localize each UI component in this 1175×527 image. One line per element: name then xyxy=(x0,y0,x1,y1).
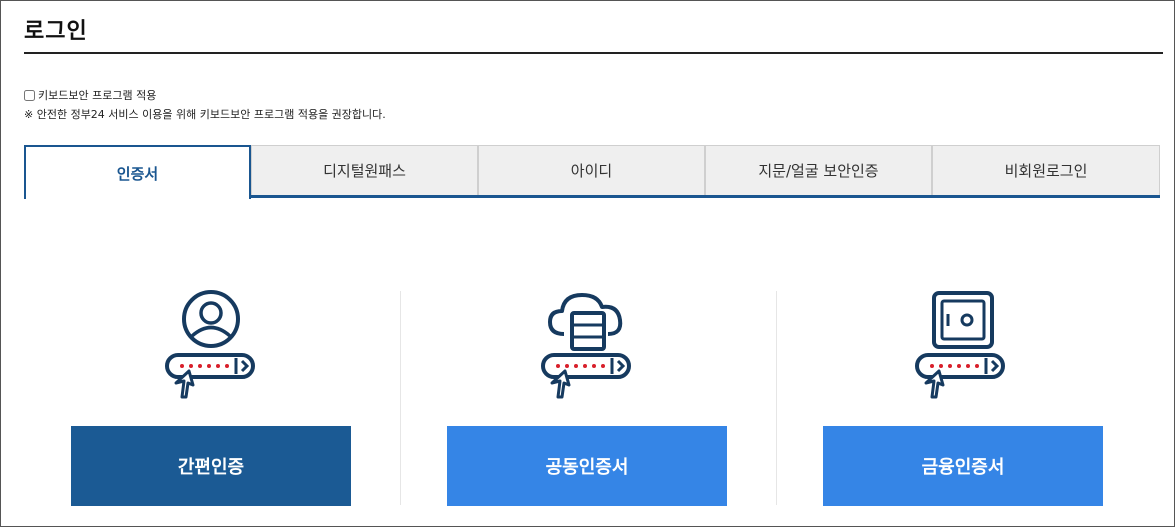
simple-auth-button[interactable]: 간편인증 xyxy=(71,426,351,506)
login-method-tabs: 인증서 디지털원패스 아이디 지문/얼굴 보안인증 비회원로그인 xyxy=(24,145,1160,199)
login-panel: 로그인 키보드보안 프로그램 적용 ※ 안전한 정부24 서비스 이용을 위해 … xyxy=(0,0,1175,527)
tab-guest-login[interactable]: 비회원로그인 xyxy=(932,145,1160,195)
cloud-server-icon xyxy=(541,293,631,399)
safe-vault-icon xyxy=(915,291,1005,399)
user-circle-icon xyxy=(165,290,255,399)
keyboard-security-option[interactable]: 키보드보안 프로그램 적용 xyxy=(24,87,156,103)
tab-certificate[interactable]: 인증서 xyxy=(24,145,251,199)
tab-label: 디지털원패스 xyxy=(323,162,406,180)
tab-label: 비회원로그인 xyxy=(1004,162,1088,180)
card-divider xyxy=(400,291,401,505)
tab-label: 인증서 xyxy=(116,164,159,183)
title-divider xyxy=(24,52,1163,54)
card-divider xyxy=(776,291,777,505)
keyboard-security-checkbox[interactable] xyxy=(24,89,35,101)
security-notice: ※ 안전한 정부24 서비스 이용을 위해 키보드보안 프로그램 적용을 권장합… xyxy=(24,108,386,121)
financial-certificate-button[interactable]: 금융인증서 xyxy=(823,426,1103,506)
tab-id[interactable]: 아이디 xyxy=(478,145,705,195)
tab-label: 아이디 xyxy=(570,162,613,180)
tab-biometric[interactable]: 지문/얼굴 보안인증 xyxy=(705,145,932,195)
page-title: 로그인 xyxy=(24,19,88,44)
tab-label: 지문/얼굴 보안인증 xyxy=(758,162,879,180)
keyboard-security-label: 키보드보안 프로그램 적용 xyxy=(38,89,157,102)
tab-digital-onepass[interactable]: 디지털원패스 xyxy=(251,145,478,195)
joint-certificate-button[interactable]: 공동인증서 xyxy=(447,426,727,506)
